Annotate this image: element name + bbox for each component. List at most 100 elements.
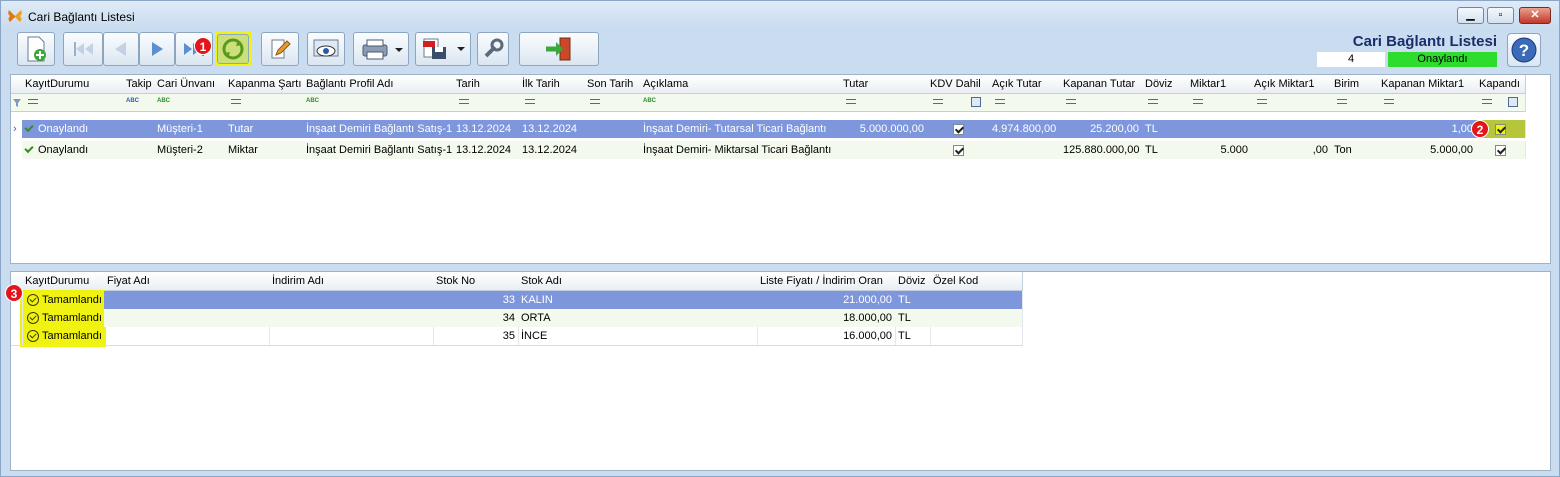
- col-header-kapanan-tutar[interactable]: Kapanan Tutar: [1060, 75, 1143, 94]
- col-header-tarih[interactable]: Tarih: [453, 75, 520, 94]
- cell-tarih[interactable]: 13.12.2024: [453, 120, 520, 138]
- col-header-status[interactable]: KayıtDurumu: [22, 272, 105, 291]
- cell-status[interactable]: Tamamlandı: [24, 309, 104, 327]
- cell-kapanan-tutar[interactable]: 25.200,00: [1060, 120, 1143, 138]
- col-header-tutar[interactable]: Tutar: [840, 75, 928, 94]
- filter-acik-miktar[interactable]: [1251, 94, 1332, 112]
- preview-button[interactable]: [307, 32, 345, 66]
- table-row[interactable]: Tamamlandı 35 İNCE 16.000,00 TL: [11, 327, 1023, 345]
- col-header-stok-no[interactable]: Stok No: [433, 272, 519, 291]
- cell-indirim-adi[interactable]: [269, 309, 434, 327]
- col-header-ozel-kod[interactable]: Özel Kod: [930, 272, 1023, 291]
- settings-button[interactable]: [477, 32, 509, 66]
- cell-status[interactable]: Tamamlandı: [24, 291, 104, 309]
- print-button[interactable]: [353, 32, 409, 66]
- cell-indirim-adi[interactable]: [269, 291, 434, 309]
- cell-indirim-adi[interactable]: [269, 327, 434, 345]
- cell-profil[interactable]: İnşaat Demiri Bağlantı Satış-1: [303, 141, 454, 159]
- cell-ozel-kod[interactable]: [930, 291, 1023, 309]
- edit-button[interactable]: [261, 32, 299, 66]
- cell-stok-adi[interactable]: İNCE: [518, 327, 758, 345]
- cell-ozel-kod[interactable]: [930, 309, 1023, 327]
- filter-kapandi[interactable]: [1476, 94, 1526, 112]
- cell-acik-tutar[interactable]: 4.974.800,00: [989, 120, 1061, 138]
- cell-liste-fiyati[interactable]: 18.000,00: [757, 309, 896, 327]
- filter-kapanan-miktar[interactable]: [1378, 94, 1477, 112]
- cell-fiyat-adi[interactable]: [104, 309, 270, 327]
- filter-tarih[interactable]: [453, 94, 520, 112]
- cell-doviz[interactable]: TL: [1142, 120, 1188, 138]
- cell-stok-no[interactable]: 33: [433, 291, 519, 309]
- help-button[interactable]: ?: [1507, 33, 1541, 67]
- cell-takip[interactable]: [123, 120, 155, 138]
- col-header-fiyat-adi[interactable]: Fiyat Adı: [104, 272, 270, 291]
- filter-kdv[interactable]: [927, 94, 990, 112]
- col-header-kapanan-miktar[interactable]: Kapanan Miktar1: [1378, 75, 1477, 94]
- cell-acik-tutar[interactable]: [989, 141, 1061, 159]
- cell-miktar[interactable]: 5.000: [1187, 141, 1252, 159]
- cell-stok-adi[interactable]: KALIN: [518, 291, 758, 309]
- maximize-button[interactable]: ▫: [1487, 7, 1514, 24]
- col-header-kapandi[interactable]: Kapandı: [1476, 75, 1526, 94]
- filter-cari[interactable]: ABC: [154, 94, 226, 112]
- cell-doviz[interactable]: TL: [895, 309, 931, 327]
- filter-acik-tutar[interactable]: [989, 94, 1061, 112]
- cell-cari[interactable]: Müşteri-2: [154, 141, 226, 159]
- cell-status[interactable]: Onaylandı: [22, 120, 124, 138]
- cell-aciklama[interactable]: İnşaat Demiri- Miktarsal Ticari Bağlantı: [640, 141, 841, 159]
- cell-status[interactable]: Onaylandı: [22, 141, 124, 159]
- cell-liste-fiyati[interactable]: 16.000,00: [757, 327, 896, 345]
- cell-aciklama[interactable]: İnşaat Demiri- Tutarsal Ticari Bağlantı: [640, 120, 841, 138]
- col-header-doviz[interactable]: Döviz: [1142, 75, 1188, 94]
- cell-kapandi[interactable]: [1476, 141, 1526, 159]
- filter-son-tarih[interactable]: [584, 94, 641, 112]
- cell-kapanan-miktar[interactable]: 1,00: [1378, 120, 1477, 138]
- cell-ilk-tarih[interactable]: 13.12.2024: [519, 120, 585, 138]
- cell-acik-miktar[interactable]: ,00: [1251, 141, 1332, 159]
- cell-birim[interactable]: Ton: [1331, 141, 1379, 159]
- cell-tutar[interactable]: 5.000.000,00: [840, 120, 928, 138]
- cell-stok-no[interactable]: 34: [433, 309, 519, 327]
- col-header-ilk-tarih[interactable]: İlk Tarih: [519, 75, 585, 94]
- cell-doviz[interactable]: TL: [895, 291, 931, 309]
- col-header-doviz[interactable]: Döviz: [895, 272, 931, 291]
- cell-kdv[interactable]: [927, 141, 990, 159]
- cell-ilk-tarih[interactable]: 13.12.2024: [519, 141, 585, 159]
- filter-status[interactable]: [22, 94, 124, 112]
- filter-ilk-tarih[interactable]: [519, 94, 585, 112]
- col-header-aciklama[interactable]: Açıklama: [640, 75, 841, 94]
- col-header-acik-tutar[interactable]: Açık Tutar: [989, 75, 1061, 94]
- cell-cari[interactable]: Müşteri-1: [154, 120, 226, 138]
- minimize-button[interactable]: ▁: [1457, 7, 1484, 24]
- cell-doviz[interactable]: TL: [895, 327, 931, 345]
- kapandi-checkbox[interactable]: [1495, 123, 1506, 135]
- filter-tutar[interactable]: [840, 94, 928, 112]
- col-header-sart[interactable]: Kapanma Şartı: [225, 75, 304, 94]
- cell-sart[interactable]: Miktar: [225, 141, 304, 159]
- cell-son-tarih[interactable]: [584, 141, 641, 159]
- table-row[interactable]: Tamamlandı 34 ORTA 18.000,00 TL: [11, 309, 1023, 327]
- previous-record-button[interactable]: [103, 32, 139, 66]
- col-header-acik-miktar[interactable]: Açık Miktar1: [1251, 75, 1332, 94]
- cell-stok-no[interactable]: 35: [433, 327, 519, 345]
- table-row[interactable]: Onaylandı Müşteri-2 Miktar İnşaat Demiri…: [11, 141, 1526, 159]
- cell-miktar[interactable]: [1187, 120, 1252, 138]
- refresh-button[interactable]: [217, 34, 249, 64]
- cell-ozel-kod[interactable]: [930, 327, 1023, 345]
- col-header-birim[interactable]: Birim: [1331, 75, 1379, 94]
- col-header-profil[interactable]: Bağlantı Profil Adı: [303, 75, 454, 94]
- cell-son-tarih[interactable]: [584, 120, 641, 138]
- filter-profil[interactable]: ABC: [303, 94, 454, 112]
- cell-fiyat-adi[interactable]: [104, 327, 270, 345]
- cell-birim[interactable]: [1331, 120, 1379, 138]
- cell-tutar[interactable]: [840, 141, 928, 159]
- filter-doviz[interactable]: [1142, 94, 1188, 112]
- cell-takip[interactable]: [123, 141, 155, 159]
- cell-kapanan-tutar[interactable]: 125.880.000,00: [1060, 141, 1143, 159]
- next-record-button[interactable]: [139, 32, 175, 66]
- export-button[interactable]: [415, 32, 471, 66]
- col-header-indirim-adi[interactable]: İndirim Adı: [269, 272, 434, 291]
- kdv-checkbox[interactable]: [952, 144, 964, 156]
- filter-miktar[interactable]: [1187, 94, 1252, 112]
- cell-sart[interactable]: Tutar: [225, 120, 304, 138]
